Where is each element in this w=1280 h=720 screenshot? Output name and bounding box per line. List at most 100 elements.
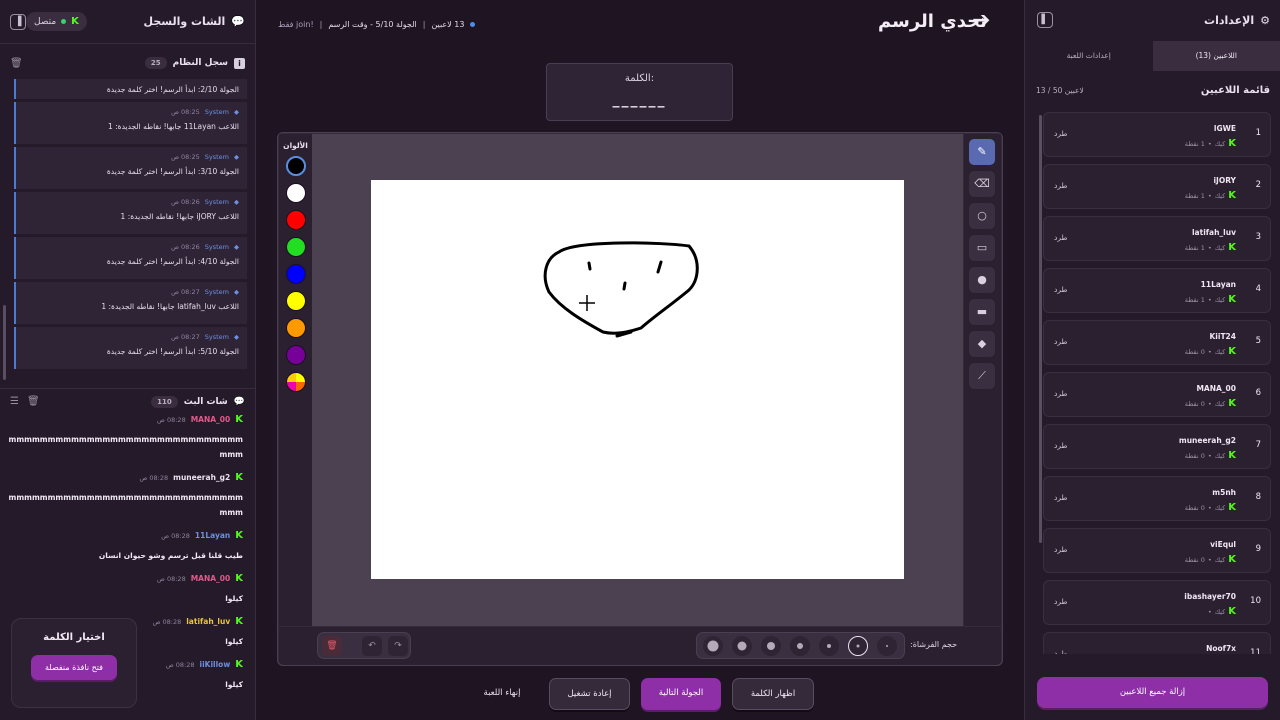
- trash-icon[interactable]: 🗑: [27, 396, 40, 407]
- color-swatch[interactable]: [286, 183, 306, 203]
- message-meta: K MANA_00 08:28 ص: [8, 414, 243, 425]
- message-user[interactable]: MANA_00: [191, 415, 231, 424]
- chat-count-badge: 110: [151, 395, 178, 408]
- log-meta: ◆ System 08:26 ص: [24, 243, 239, 251]
- filled-rectangle-tool-icon[interactable]: ▬: [969, 299, 995, 325]
- message-user[interactable]: MANA_00: [191, 574, 231, 583]
- brush-size-6[interactable]: [732, 636, 752, 656]
- join-hint: !join فقط: [278, 20, 314, 29]
- log-source: System: [204, 153, 229, 161]
- chat-bubble-icon: 💬: [233, 396, 245, 407]
- settings-title: الإعدادات: [1204, 13, 1255, 27]
- canvas-controls: 🗑 ↶ ↷: [279, 627, 1001, 665]
- fill-bucket-icon[interactable]: ◆: [969, 331, 995, 357]
- kick-player-button[interactable]: طرد: [1054, 129, 1067, 138]
- eraser-tool-icon[interactable]: ⌫: [969, 171, 995, 197]
- log-item: ◆ System 08:25 ص اللاعب 11Layan جابها! ن…: [14, 102, 247, 144]
- kick-logo-icon: K: [235, 616, 243, 627]
- filled-circle-tool-icon[interactable]: ●: [969, 267, 995, 293]
- kick-player-button[interactable]: طرد: [1054, 337, 1067, 346]
- kick-logo-icon: K: [1228, 190, 1236, 201]
- undo-icon[interactable]: ↶: [362, 636, 382, 656]
- custom-color-picker-icon[interactable]: [286, 372, 306, 392]
- trash-icon[interactable]: 🗑: [10, 58, 23, 69]
- next-round-button[interactable]: الجولة التالية: [641, 678, 721, 710]
- color-swatch[interactable]: [286, 291, 306, 311]
- chat-panel-header: ▐ متصل K الشات والسجل 💬: [0, 0, 255, 44]
- brush-size-5[interactable]: [761, 636, 781, 656]
- kick-player-button[interactable]: طرد: [1054, 389, 1067, 398]
- color-swatch[interactable]: [286, 156, 306, 176]
- brush-tool-icon[interactable]: ✎: [969, 139, 995, 165]
- kick-player-button[interactable]: طرد: [1054, 649, 1067, 654]
- collapse-panel-icon[interactable]: ▐: [10, 13, 26, 30]
- back-arrow-icon[interactable]: ➔: [972, 8, 990, 33]
- reveal-word-button[interactable]: اظهار الكلمة: [732, 678, 814, 710]
- open-popup-button[interactable]: فتح نافذة منفصلة: [31, 655, 117, 680]
- align-icon[interactable]: ☰: [10, 396, 19, 407]
- circle-tool-icon[interactable]: ○: [969, 203, 995, 229]
- message-text: mmmmmmmmmmmmmmmmmmmmmmmmmmmmmmmmm: [8, 435, 243, 459]
- kick-player-button[interactable]: طرد: [1054, 441, 1067, 450]
- tab-players[interactable]: اللاعبين (13): [1152, 41, 1280, 71]
- message-time: 08:28 ص: [165, 660, 195, 669]
- player-platform: كيك: [1214, 607, 1226, 616]
- player-rank: 8: [1255, 492, 1261, 502]
- log-text: اللاعب 11Layan جابها! نقاطه الجديدة: 1: [107, 122, 239, 131]
- message-user[interactable]: 11Layan: [195, 531, 230, 540]
- player-name: latifah_luv: [1191, 228, 1236, 237]
- kick-logo-icon: K: [235, 659, 243, 670]
- restart-button[interactable]: إعادة تشغيل: [549, 678, 630, 710]
- tab-game-settings[interactable]: إعدادات اللعبة: [1025, 41, 1153, 71]
- color-swatch[interactable]: [286, 210, 306, 230]
- status-label: متصل: [34, 16, 57, 27]
- player-card: 7 muneerah_g2 K كيك • 0 نقطة طرد: [1043, 424, 1271, 469]
- line-tool-icon[interactable]: ⟋: [969, 363, 995, 389]
- chat-message: K MANA_00 08:28 ص كيلوا: [8, 573, 243, 606]
- brush-size-1[interactable]: [877, 636, 897, 656]
- chat-bubble-icon: 💬: [231, 15, 245, 28]
- log-item: ◆ System 08:26 ص اللاعب iJORY جابها! نقا…: [14, 192, 247, 234]
- players-scrollbar[interactable]: [1039, 115, 1042, 543]
- kick-logo-icon: K: [1228, 554, 1236, 565]
- color-swatch[interactable]: [286, 264, 306, 284]
- player-card: 2 iJORY K كيك • 1 نقطة طرد: [1043, 164, 1271, 209]
- message-user[interactable]: muneerah_g2: [173, 473, 230, 482]
- separator-dot: •: [1207, 347, 1212, 356]
- rectangle-tool-icon[interactable]: ▭: [969, 235, 995, 261]
- kick-player-button[interactable]: طرد: [1054, 597, 1067, 606]
- log-time: 08:27 ص: [171, 333, 200, 341]
- kick-player-button[interactable]: طرد: [1054, 181, 1067, 190]
- log-source: System: [204, 198, 229, 206]
- brush-size-7[interactable]: [703, 636, 723, 656]
- player-platform: كيك: [1214, 503, 1226, 512]
- collapse-panel-icon[interactable]: ▌: [1037, 12, 1053, 28]
- kick-player-button[interactable]: طرد: [1054, 233, 1067, 242]
- brush-size-2[interactable]: [848, 636, 868, 656]
- player-name: 11Layan: [1200, 280, 1236, 289]
- brush-size-3[interactable]: [819, 636, 839, 656]
- remove-all-players-button[interactable]: إزالة جميع اللاعبين: [1037, 677, 1268, 708]
- end-game-button[interactable]: إنهاء اللعبة: [466, 678, 538, 710]
- log-scrollbar[interactable]: [3, 305, 6, 380]
- player-card: 10 ibashayer70 K كيك • طرد: [1043, 580, 1271, 625]
- brush-size-4[interactable]: [790, 636, 810, 656]
- separator-dot: •: [1207, 399, 1212, 408]
- kick-player-button[interactable]: طرد: [1054, 285, 1067, 294]
- message-user[interactable]: latifah_luv: [186, 617, 230, 626]
- log-text: اللاعب latifah_luv جابها! نقاطه الجديدة:…: [101, 302, 239, 311]
- clear-canvas-icon[interactable]: 🗑: [322, 636, 342, 656]
- color-swatch[interactable]: [286, 318, 306, 338]
- gear-icon: ⚙: [1260, 13, 1270, 27]
- color-swatch[interactable]: [286, 237, 306, 257]
- kick-player-button[interactable]: طرد: [1054, 545, 1067, 554]
- redo-icon[interactable]: ↷: [388, 636, 408, 656]
- player-card: 1 lGWE K كيك • 1 نقطة طرد: [1043, 112, 1271, 157]
- player-points: 1 نقطة: [1184, 295, 1205, 304]
- color-swatch[interactable]: [286, 345, 306, 365]
- log-source: System: [204, 243, 229, 251]
- kick-player-button[interactable]: طرد: [1054, 493, 1067, 502]
- drawing-canvas[interactable]: [371, 180, 904, 579]
- log-meta: ◆ System 08:27 ص: [24, 333, 239, 341]
- message-user[interactable]: iiKillow: [200, 660, 231, 669]
